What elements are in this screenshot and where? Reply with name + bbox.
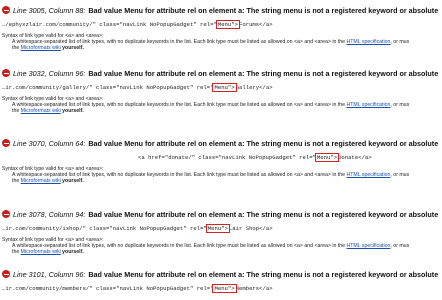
error-header: Line 3032, Column 96: Bad value Menu for… bbox=[2, 67, 440, 79]
microformats-wiki-link[interactable]: Microformats wiki bbox=[21, 178, 61, 184]
syntax-description: Syntax of link type valid for <a> and <a… bbox=[2, 33, 440, 51]
error-location: Line 3070, Column 64: bbox=[13, 138, 86, 148]
code-after: Lair Shop</a> bbox=[228, 225, 273, 232]
code-extract: …ir.com/community/ishop/" class="navLink… bbox=[2, 224, 273, 234]
code-after: Donate</a> bbox=[338, 154, 372, 161]
error-header: Line 3101, Column 96: Bad value Menu for… bbox=[2, 268, 440, 280]
code-before: …ir.com/community/gallery/" class="navLi… bbox=[2, 84, 214, 91]
error-message: Bad value Menu for attribute rel on elem… bbox=[88, 5, 440, 15]
error-icon bbox=[2, 6, 10, 14]
error-icon bbox=[2, 270, 10, 278]
code-after: Gallery</a> bbox=[235, 84, 273, 91]
code-highlight: Menu"> bbox=[215, 20, 241, 29]
code-before: …ir.com/community/members/" class="navLi… bbox=[2, 285, 214, 292]
code-after: Forums</a> bbox=[239, 21, 273, 28]
error-header: Line 3078, Column 94: Bad value Menu for… bbox=[2, 208, 440, 220]
code-before: <a href="donate/" class="navLink NoPopup… bbox=[138, 154, 316, 161]
code-extract: …/ephyxzlair.com/community/" class="navL… bbox=[2, 20, 273, 30]
syntax-line: the Microformats wiki yourself. bbox=[12, 108, 84, 114]
error-location: Line 3078, Column 94: bbox=[13, 209, 86, 219]
code-after: Members</a> bbox=[235, 285, 273, 292]
error-location: Line 3101, Column 96: bbox=[13, 269, 86, 279]
html-spec-link[interactable]: HTML specification bbox=[347, 102, 391, 108]
code-highlight: Menu"> bbox=[205, 224, 230, 233]
syntax-line: the Microformats wiki yourself. bbox=[12, 249, 84, 255]
microformats-wiki-link[interactable]: Microformats wiki bbox=[21, 249, 61, 255]
error-header: Line 3070, Column 64: Bad value Menu for… bbox=[2, 137, 440, 149]
html-spec-link[interactable]: HTML specification bbox=[347, 243, 391, 249]
error-message: Bad value Menu for attribute rel on elem… bbox=[88, 68, 440, 78]
error-message: Bad value Menu for attribute rel on elem… bbox=[88, 138, 440, 148]
code-before: …/ephyxzlair.com/community/" class="navL… bbox=[2, 21, 217, 28]
error-message: Bad value Menu for attribute rel on elem… bbox=[88, 269, 440, 279]
code-highlight: Menu"> bbox=[212, 83, 237, 92]
error-location: Line 3032, Column 96: bbox=[13, 68, 86, 78]
syntax-line: the Microformats wiki yourself. bbox=[12, 45, 84, 51]
error-icon bbox=[2, 139, 10, 147]
syntax-description: Syntax of link type valid for <a> and <a… bbox=[2, 237, 440, 255]
code-extract: …ir.com/community/members/" class="navLi… bbox=[2, 284, 273, 294]
code-extract: <a href="donate/" class="navLink NoPopup… bbox=[138, 153, 372, 163]
error-icon bbox=[2, 210, 10, 218]
code-highlight: Menu"> bbox=[212, 284, 237, 293]
error-message: Bad value Menu for attribute rel on elem… bbox=[88, 209, 440, 219]
html-spec-link[interactable]: HTML specification bbox=[347, 39, 391, 45]
error-icon bbox=[2, 69, 10, 77]
code-before: …ir.com/community/ishop/" class="navLink… bbox=[2, 225, 207, 232]
html-spec-link[interactable]: HTML specification bbox=[347, 172, 391, 178]
syntax-line: the Microformats wiki yourself. bbox=[12, 178, 84, 184]
validation-results-list: Line 3005, Column 88: Bad value Menu for… bbox=[0, 0, 442, 300]
code-extract: …ir.com/community/gallery/" class="navLi… bbox=[2, 83, 273, 93]
syntax-description: Syntax of link type valid for <a> and <a… bbox=[2, 96, 440, 114]
syntax-description: Syntax of link type valid for <a> and <a… bbox=[2, 166, 440, 184]
error-header: Line 3005, Column 88: Bad value Menu for… bbox=[2, 4, 440, 16]
error-location: Line 3005, Column 88: bbox=[13, 5, 86, 15]
code-highlight: Menu"> bbox=[314, 153, 340, 162]
microformats-wiki-link[interactable]: Microformats wiki bbox=[21, 45, 61, 51]
microformats-wiki-link[interactable]: Microformats wiki bbox=[21, 108, 61, 114]
